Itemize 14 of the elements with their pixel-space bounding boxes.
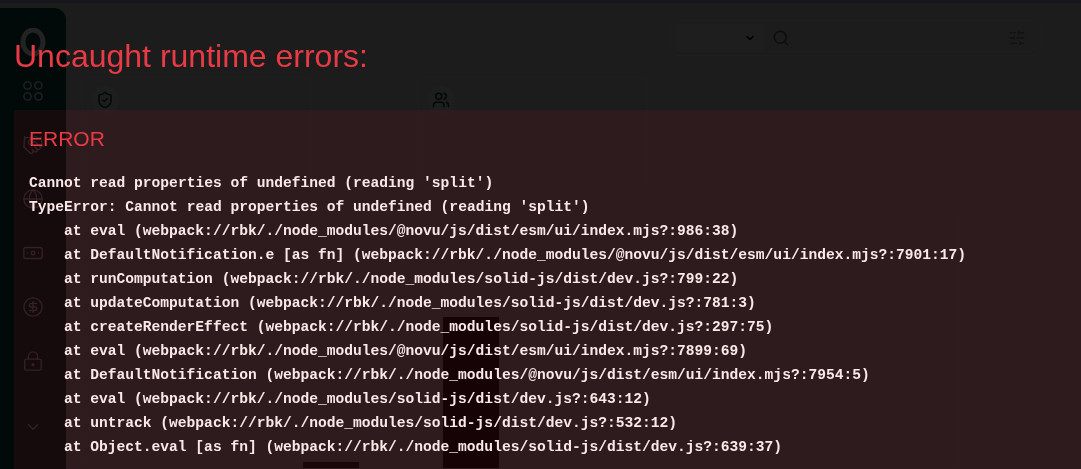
- stack-trace-line: at eval (webpack://rbk/./node_modules/solid-js/dist/dev.js?:643:12): [64, 390, 651, 409]
- error-message: Cannot read properties of undefined (reading 'split'): [29, 174, 494, 193]
- error-label: ERROR: [29, 126, 105, 152]
- stack-trace-line: at DefaultNotification (webpack://rbk/./node_modules/@novu/js/dist/esm/ui/index.mjs?:7954:5): [64, 366, 870, 385]
- stack-trace-line: at eval (webpack://rbk/./node_modules/@novu/js/dist/esm/ui/index.mjs?:986:38): [64, 222, 739, 241]
- stack-trace-line: at untrack (webpack://rbk/./node_modules/solid-js/dist/dev.js?:532:12): [64, 414, 678, 433]
- stack-trace-line: at Object.eval [as fn] (webpack://rbk/./node_modules/solid-js/dist/dev.js?:639:37): [64, 438, 783, 457]
- stack-trace-line: at createRenderEffect (webpack://rbk/./node_modules/solid-js/dist/dev.js?:297:75): [64, 318, 774, 337]
- stack-trace-line: at runComputation (webpack://rbk/./node_modules/solid-js/dist/dev.js?:799:22): [64, 270, 739, 289]
- stack-trace-line: TypeError: Cannot read properties of undefined (reading 'split'): [29, 198, 590, 217]
- stack-trace-line: at updateComputation (webpack://rbk/./node_modules/solid-js/dist/dev.js?:781:3): [64, 294, 756, 313]
- stack-trace-line: at DefaultNotification.e [as fn] (webpack://rbk/./node_modules/@novu/js/dist/esm/ui/index.mjs?:7901:17): [64, 246, 967, 265]
- overlay-title: Uncaught runtime errors:: [14, 37, 368, 76]
- stack-trace-line: at eval (webpack://rbk/./node_modules/@novu/js/dist/esm/ui/index.mjs?:7899:69): [64, 342, 748, 361]
